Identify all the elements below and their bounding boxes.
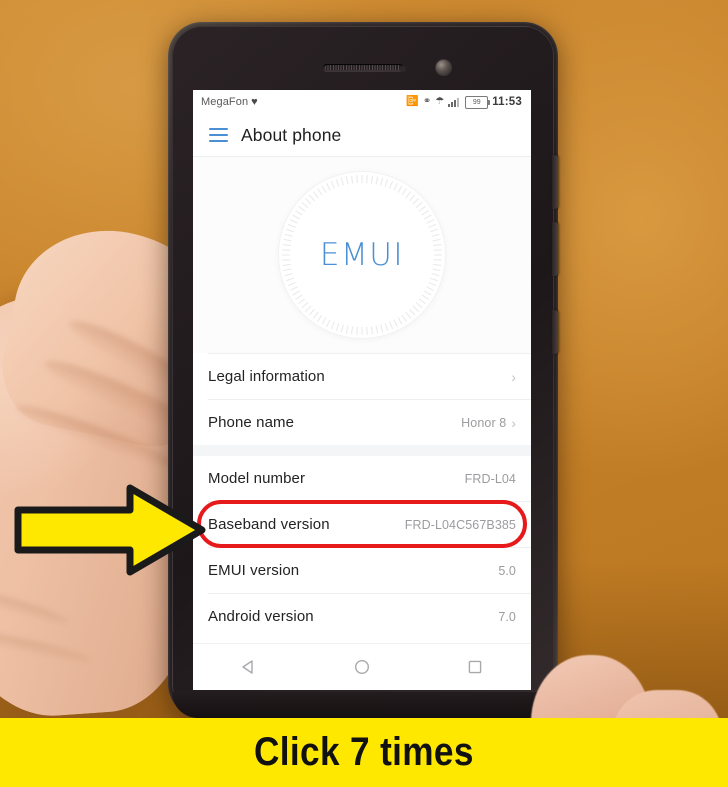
carrier-name: MegaFon <box>201 96 249 108</box>
bluetooth-icon: ⚭ <box>422 96 432 107</box>
chevron-right-icon: › <box>511 414 516 431</box>
status-clock: 11:53 <box>492 96 522 108</box>
list-item[interactable]: Android version 7.0 <box>193 594 531 639</box>
back-triangle-icon[interactable] <box>240 658 258 676</box>
android-nav-bar <box>193 643 531 690</box>
row-right: 7.0 <box>498 610 516 624</box>
recents-square-icon[interactable] <box>466 658 484 676</box>
list-item[interactable]: Model number FRD-L04 <box>193 456 531 501</box>
list-item-baseband[interactable]: Baseband version FRD-L04C567B385 <box>193 500 531 548</box>
palm-crease <box>0 622 94 668</box>
palm-crease <box>0 582 71 629</box>
battery-icon: 99 <box>465 95 491 109</box>
row-right: 5.0 <box>498 564 516 578</box>
row-value: Honor 8 <box>461 415 507 430</box>
list-section-gap <box>193 445 531 456</box>
row-value: 7.0 <box>498 609 516 624</box>
battery-level: 99 <box>472 98 481 106</box>
row-right: › <box>506 370 516 384</box>
row-label: Model number <box>208 470 306 487</box>
proximity-sensor-icon <box>400 66 406 72</box>
right-arrow-icon <box>12 482 208 578</box>
front-camera-icon <box>436 60 451 75</box>
phone-screen: MegaFon ♥ 📴 ⚭ ☂ 99 11:53 About phone EMU… <box>193 90 531 690</box>
row-right: FRD-L04 <box>465 472 516 486</box>
emui-logo-circle: EMUI <box>279 172 445 338</box>
row-label: EMUI version <box>208 562 300 579</box>
row-right: FRD-L04C567B385 <box>405 518 516 532</box>
settings-list: Legal information › Phone name Honor 8 ›… <box>193 353 531 639</box>
status-icons: 📴 ⚭ ☂ 99 11:53 <box>406 95 522 109</box>
carrier-area: MegaFon ♥ <box>201 96 258 108</box>
power-button[interactable] <box>552 310 558 354</box>
row-label: Baseband version <box>208 516 330 533</box>
volume-up-button[interactable] <box>552 155 558 209</box>
emui-logo-area: EMUI <box>193 157 531 353</box>
vibrate-icon: 📴 <box>406 96 419 107</box>
hamburger-menu-icon[interactable] <box>209 128 228 142</box>
row-right: Honor 8 › <box>461 416 516 430</box>
signal-bars-icon <box>448 97 461 107</box>
caption-banner: Click 7 times <box>0 718 728 787</box>
row-value: FRD-L04 <box>464 471 516 486</box>
heart-icon: ♥ <box>251 95 258 108</box>
list-item[interactable]: EMUI version 5.0 <box>193 548 531 593</box>
row-value: FRD-L04C567B385 <box>404 517 516 532</box>
row-label: Legal information <box>208 368 325 385</box>
screenshot-stage: MegaFon ♥ 📴 ⚭ ☂ 99 11:53 About phone EMU… <box>0 0 728 787</box>
row-label: Android version <box>208 608 314 625</box>
app-bar: About phone <box>193 114 531 156</box>
earpiece-speaker <box>323 64 403 71</box>
status-bar: MegaFon ♥ 📴 ⚭ ☂ 99 11:53 <box>193 90 531 114</box>
chevron-right-icon: › <box>511 368 516 385</box>
row-label: Phone name <box>208 414 295 431</box>
list-item[interactable]: Phone name Honor 8 › <box>193 400 531 445</box>
home-circle-icon[interactable] <box>353 658 371 676</box>
emui-wordmark: EMUI <box>319 237 405 273</box>
list-item[interactable]: Legal information › <box>193 354 531 399</box>
volume-down-button[interactable] <box>552 222 558 276</box>
row-value: 5.0 <box>498 563 516 578</box>
page-title: About phone <box>241 124 342 145</box>
caption-text: Click 7 times <box>254 730 474 774</box>
wifi-icon: ☂ <box>435 96 445 107</box>
phone-chin <box>172 692 554 718</box>
